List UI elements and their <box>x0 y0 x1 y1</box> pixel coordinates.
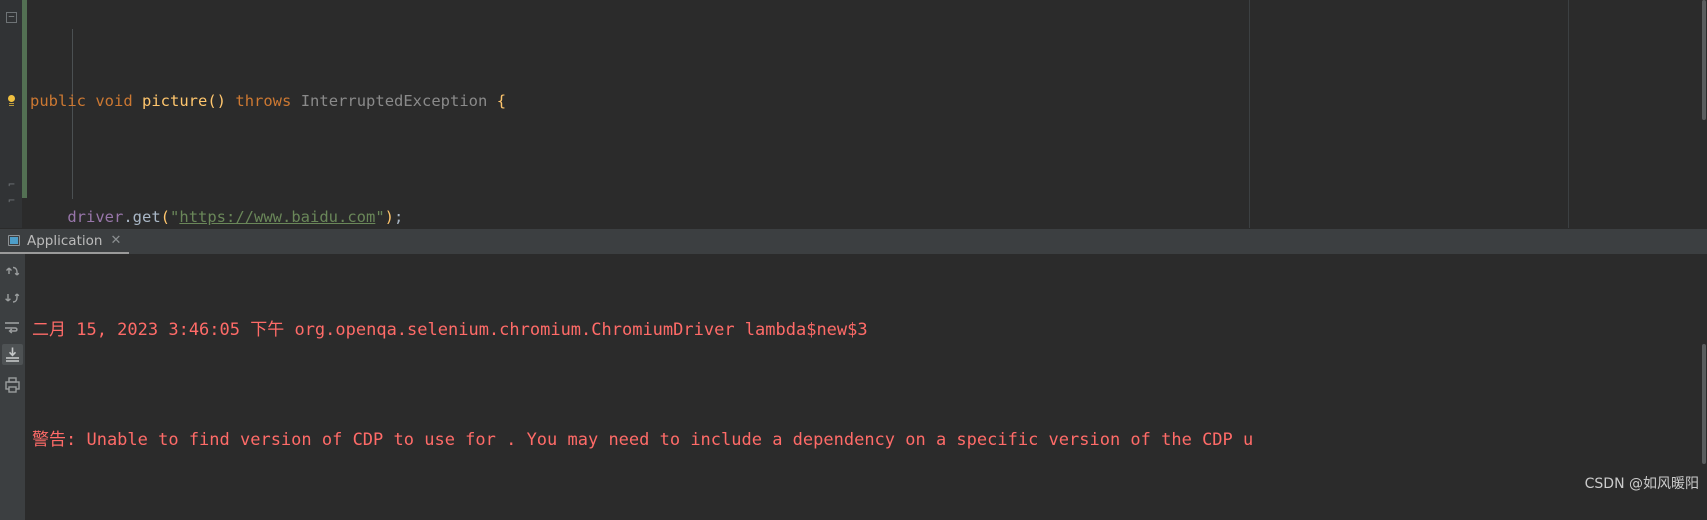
console-line-timestamp: 二月 15, 2023 3:46:05 下午 org.openqa.seleni… <box>32 320 868 340</box>
console-scrollbar-thumb[interactable] <box>1702 344 1706 464</box>
editor-scrollbar-thumb[interactable] <box>1702 0 1706 120</box>
soft-wrap-icon[interactable] <box>2 316 23 337</box>
code-line-driver-get: driver.get("https://www.baidu.com"); <box>67 208 404 226</box>
print-icon[interactable] <box>2 374 23 395</box>
console-panel[interactable]: 二月 15, 2023 3:46:05 下午 org.openqa.seleni… <box>0 254 1707 520</box>
code-fold-arrow-top[interactable]: ⌐ <box>6 179 17 191</box>
tab-application-label: Application <box>27 232 103 249</box>
console-output[interactable]: 二月 15, 2023 3:46:05 下午 org.openqa.seleni… <box>25 254 1707 520</box>
close-icon[interactable]: ✕ <box>110 234 121 247</box>
bulb-base <box>9 103 14 104</box>
application-icon-inner <box>10 237 18 244</box>
vcs-change-marker <box>22 58 27 198</box>
console-line-warning: 警告: Unable to find version of CDP to use… <box>32 429 1254 450</box>
application-run-icon <box>7 234 21 247</box>
code-editor[interactable]: – ⌐ ⌐ public void picture() throws Inter… <box>0 0 1707 228</box>
right-margin-line-2 <box>1568 0 1569 228</box>
code-fold-arrow-bottom[interactable]: ⌐ <box>6 195 17 207</box>
console-vertical-scrollbar[interactable] <box>1702 254 1707 520</box>
code-content[interactable]: public void picture() throws Interrupted… <box>30 0 1393 228</box>
tool-window-tabbar[interactable]: Application ✕ <box>0 228 1707 254</box>
console-text-content: 二月 15, 2023 3:46:05 下午 org.openqa.seleni… <box>32 254 1253 520</box>
down-arrow-icon[interactable] <box>2 288 23 309</box>
ide-window: – ⌐ ⌐ public void picture() throws Inter… <box>0 0 1707 520</box>
scroll-to-end-icon[interactable] <box>2 344 23 365</box>
code-line-method-signature: public void picture() throws Interrupted… <box>30 92 507 110</box>
bulb-glass <box>8 95 15 102</box>
console-toolbar[interactable] <box>0 254 25 520</box>
watermark: CSDN @如风暖阳 <box>1584 476 1699 492</box>
tab-application[interactable]: Application ✕ <box>0 229 130 254</box>
code-fold-marker[interactable]: – <box>6 12 17 23</box>
up-arrow-icon[interactable] <box>2 262 23 283</box>
vcs-change-marker <box>22 0 27 58</box>
intention-bulb-icon[interactable] <box>5 95 18 108</box>
editor-vertical-scrollbar[interactable] <box>1702 0 1707 228</box>
